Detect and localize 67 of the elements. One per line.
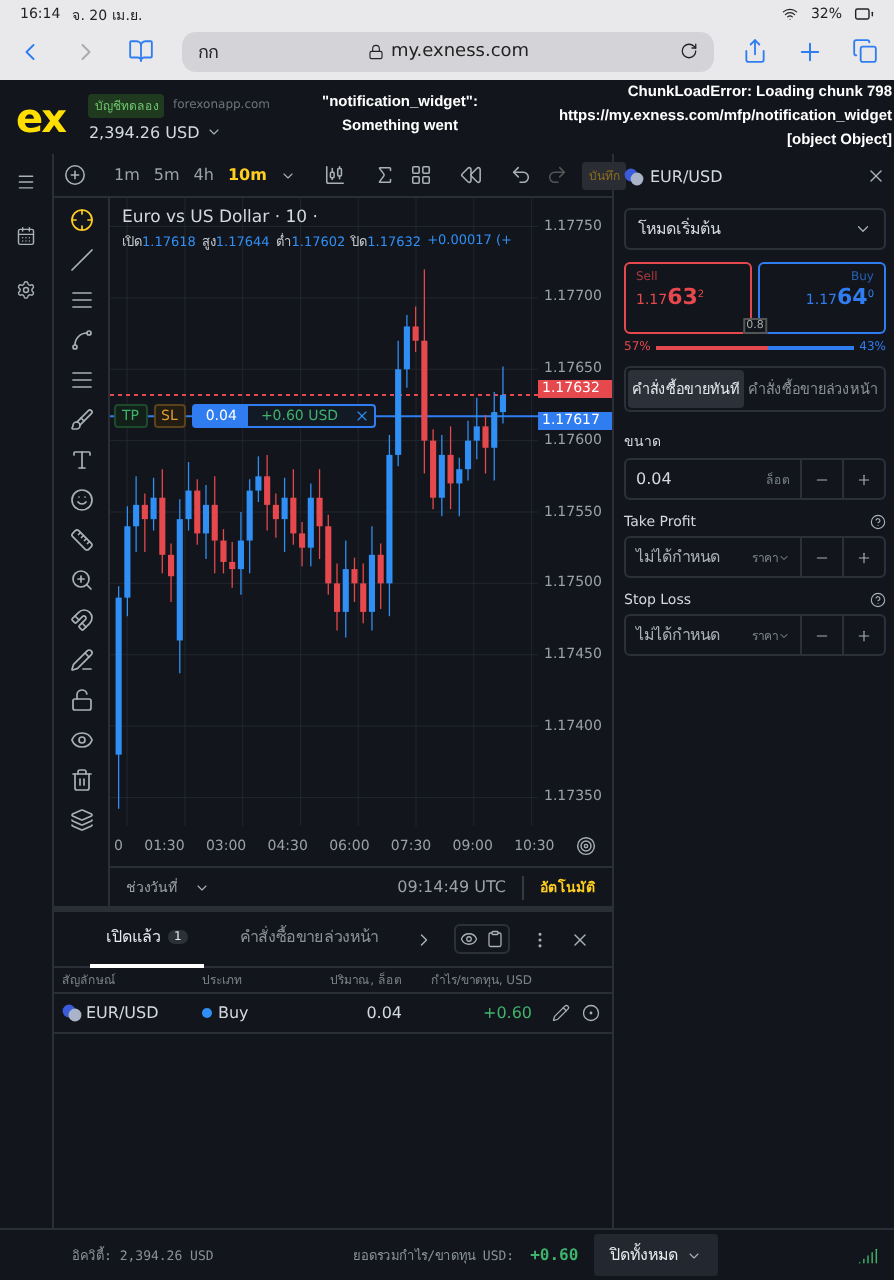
smile-icon[interactable]: [69, 488, 93, 512]
caret-icon[interactable]: [854, 220, 872, 238]
close-all-button[interactable]: ปิดทั้งหมด: [594, 1234, 719, 1276]
tabs-icon[interactable]: [852, 38, 878, 64]
text-icon[interactable]: [69, 448, 93, 472]
currency-flags-icon: [62, 1004, 82, 1022]
positions-tab[interactable]: คำสั่งซื้อขายล่วงหน้า: [223, 911, 394, 967]
battery-icon: [854, 4, 874, 24]
lock-icon: [368, 43, 385, 59]
table-cell-text: 0.04: [364, 1004, 402, 1022]
chart-title: Euro vs US Dollar · 10 ·: [122, 208, 320, 228]
ruler-lines-icon[interactable]: [69, 368, 93, 392]
new-tab-icon[interactable]: [796, 37, 824, 65]
book-icon[interactable]: [128, 38, 154, 64]
grid-icon[interactable]: [410, 164, 433, 186]
help-icon[interactable]: [870, 514, 886, 530]
calendar-icon[interactable]: [16, 226, 36, 246]
magnet-icon[interactable]: [69, 608, 93, 632]
rewind-icon[interactable]: [460, 164, 483, 186]
timeframe-tab[interactable]: 10m: [227, 166, 267, 184]
signal-icon: [858, 1245, 878, 1265]
mode-dropdown[interactable]: โหมดเริ่มต้น: [624, 208, 886, 250]
zoom-in-icon[interactable]: [69, 568, 93, 592]
wifi-icon: [782, 6, 799, 22]
symbol-title: EUR/USD: [650, 167, 723, 185]
layers-icon[interactable]: [69, 808, 93, 832]
function-icon[interactable]: [374, 164, 397, 186]
logo[interactable]: ex: [16, 93, 65, 141]
caret-icon[interactable]: [205, 124, 222, 140]
target-icon[interactable]: [575, 836, 596, 856]
undo-icon[interactable]: [510, 164, 533, 186]
address-field[interactable]: กก my.exness.com: [182, 31, 714, 71]
close-icon[interactable]: [866, 166, 886, 186]
lines-icon[interactable]: [69, 288, 93, 312]
total-pnl-value: +0.60: [530, 1246, 579, 1264]
line-icon[interactable]: [69, 248, 93, 272]
close-icon[interactable]: [354, 408, 371, 425]
brush-icon[interactable]: [69, 408, 93, 432]
redo-icon[interactable]: [546, 164, 569, 186]
table-cell: EUR/USD: [86, 1004, 159, 1022]
help-icon[interactable]: [870, 592, 886, 608]
add-icon[interactable]: [64, 164, 86, 186]
eye-icon[interactable]: [459, 930, 478, 948]
timeframe-tab[interactable]: 5m: [153, 166, 180, 184]
trash-icon[interactable]: [69, 768, 93, 792]
eye-icon[interactable]: [69, 728, 93, 752]
candles-icon[interactable]: [324, 164, 347, 186]
ruler-icon[interactable]: [69, 528, 93, 552]
currency-flags-icon: [624, 167, 644, 185]
pattern-icon[interactable]: [69, 328, 93, 352]
edit-icon[interactable]: [552, 1004, 570, 1022]
table-cell-text: +0.60: [480, 1004, 532, 1022]
clipboard-icon[interactable]: [485, 930, 504, 948]
menu-icon[interactable]: [16, 172, 36, 192]
close-icon[interactable]: [569, 929, 590, 949]
pencil-icon[interactable]: [69, 648, 93, 672]
share-icon[interactable]: [742, 38, 768, 64]
reload-icon[interactable]: [680, 42, 699, 60]
chart-clock: 09:14:49 UTC: [397, 878, 506, 896]
unlock-icon[interactable]: [69, 688, 93, 712]
timeframe-tab[interactable]: 1m: [114, 166, 140, 184]
account-balance: 2,394.26 USD: [88, 123, 200, 141]
timeframe-tab[interactable]: 4h: [193, 166, 214, 184]
crosshair-icon[interactable]: [69, 208, 93, 232]
table-cell: Buy: [218, 1004, 249, 1022]
close-position-icon[interactable]: [582, 1004, 600, 1022]
settings-icon[interactable]: [16, 280, 36, 300]
